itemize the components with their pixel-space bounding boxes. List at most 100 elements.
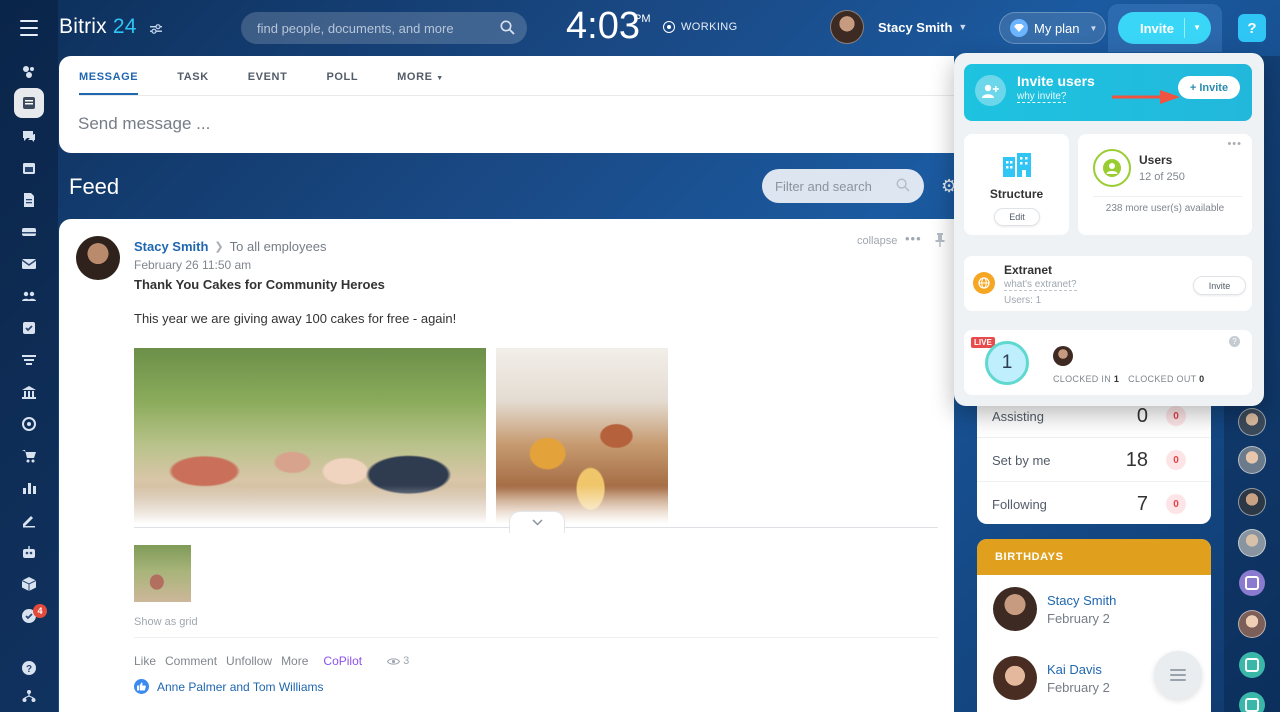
avatar[interactable] [993,656,1037,700]
attachment-thumbnail[interactable] [134,545,191,602]
avatar[interactable] [1238,488,1266,516]
expand-button[interactable] [509,511,565,533]
feed-filter-search[interactable]: Filter and search [762,169,924,203]
views-counter[interactable]: 3 [387,655,409,667]
checkbox-icon [1245,658,1259,672]
clock-time[interactable]: 4:03 [566,5,640,48]
document-icon[interactable] [19,190,39,210]
search-input[interactable] [257,12,497,44]
avatar[interactable] [1238,408,1266,436]
rail-item-task[interactable] [1239,652,1265,678]
cart-icon[interactable] [19,446,39,466]
invite-button[interactable]: Invite ▼ [1118,12,1211,44]
box-icon[interactable] [19,574,39,594]
unfollow-link[interactable]: Unfollow [226,654,272,668]
post-image-cakes[interactable] [496,348,668,524]
likes-names[interactable]: Anne Palmer and Tom Williams [157,680,324,694]
avatar[interactable] [76,236,120,280]
brand-logo[interactable]: Bitrix 24 [59,15,137,39]
help-icon[interactable]: ? [1229,336,1240,347]
my-plan-button[interactable]: My plan ▼ [999,12,1106,44]
tab-task[interactable]: TASK [177,71,209,95]
global-search[interactable] [241,12,527,44]
why-invite-link[interactable]: why invite? [1017,91,1067,103]
avatar[interactable] [830,10,864,44]
brand-settings-icon[interactable] [150,23,162,37]
tab-poll[interactable]: POLL [326,71,358,95]
analytics-icon[interactable] [19,478,39,498]
avatar[interactable] [1053,346,1073,366]
post-likes[interactable]: Anne Palmer and Tom Williams [134,679,324,694]
chevron-down-icon[interactable]: ▼ [958,22,967,32]
show-as-grid-link[interactable]: Show as grid [134,616,198,628]
message-input[interactable]: Send message ... [78,114,210,134]
help-button[interactable]: ? [1238,14,1266,42]
chevron-right-icon: ❯ [214,241,224,253]
work-status[interactable]: WORKING [663,21,738,33]
checkbox-icon [1245,576,1259,590]
birthday-date: February 2 [1047,610,1110,626]
target-icon[interactable] [19,414,39,434]
search-icon[interactable] [500,20,515,40]
robot-icon[interactable] [19,542,39,562]
mail-icon[interactable] [19,254,39,274]
groups-icon[interactable] [19,286,39,306]
avatar[interactable] [1238,610,1266,638]
sign-icon[interactable] [19,510,39,530]
calendar-icon[interactable] [19,158,39,178]
structure-card[interactable]: Structure Edit [964,134,1069,235]
task-row-following[interactable]: Following 7 0 [992,482,1196,526]
birthday-info: Stacy Smith February 2 [1047,593,1116,626]
birthday-item[interactable]: Kai Davis February 2 [993,656,1110,700]
tab-message[interactable]: MESSAGE [79,71,139,95]
users-card[interactable]: Users 12 of 250 ••• 238 more user(s) ava… [1078,134,1252,235]
more-link[interactable]: More [281,654,308,668]
whats-extranet-link[interactable]: what's extranet? [1004,279,1077,291]
time-tracking-card[interactable]: LIVE 1 CLOCKED IN 1 CLOCKED OUT 0 ? [964,330,1252,395]
collapse-link[interactable]: collapse [857,235,897,247]
filter-icon[interactable] [19,350,39,370]
like-link[interactable]: Like [134,654,156,668]
extranet-invite-button[interactable]: Invite [1193,276,1246,295]
birthday-name[interactable]: Kai Davis [1047,662,1110,677]
rail-item-task[interactable] [1239,570,1265,596]
feed-icon[interactable] [14,88,44,118]
menu-icon[interactable] [20,20,38,36]
user-name[interactable]: Stacy Smith [878,20,952,35]
chevron-down-icon[interactable]: ▼ [1193,23,1201,32]
avatar[interactable] [1238,529,1266,557]
tasks-icon[interactable] [19,318,39,338]
task-row-set-by-me[interactable]: Set by me 18 0 [992,438,1196,482]
post-author[interactable]: Stacy Smith [134,239,208,254]
structure-edit-button[interactable]: Edit [994,208,1040,226]
bank-icon[interactable] [19,382,39,402]
more-options-icon[interactable]: ••• [905,231,922,246]
copilot-link[interactable]: CoPilot [323,654,362,668]
drive-icon[interactable] [19,222,39,242]
rail-item-task[interactable] [1239,692,1265,712]
pin-icon[interactable] [935,233,945,252]
birthday-name[interactable]: Stacy Smith [1047,593,1116,608]
birthday-item[interactable]: Stacy Smith February 2 [993,587,1116,631]
more-options-icon[interactable]: ••• [1227,138,1242,150]
user-menu[interactable]: Stacy Smith ▼ [830,10,967,44]
tab-more[interactable]: MORE ▼ [397,71,444,95]
clocked-in-dial[interactable]: 1 [985,341,1029,385]
comment-link[interactable]: Comment [165,654,217,668]
tab-event[interactable]: EVENT [248,71,288,95]
help-icon[interactable]: ? [19,658,39,678]
search-icon[interactable] [896,178,910,195]
invite-users-button[interactable]: + Invite [1178,76,1240,99]
chat-icon[interactable] [19,126,39,146]
avatar[interactable] [1238,446,1266,474]
activity-icon[interactable] [19,62,39,82]
filter-placeholder: Filter and search [775,178,872,194]
post-image-party[interactable] [134,348,486,524]
post-date[interactable]: February 26 11:50 am [134,258,251,272]
post-actions: Like Comment Unfollow More CoPilot 3 [134,654,409,668]
post-recipient[interactable]: To all employees [230,239,327,254]
structure-icon[interactable] [19,686,39,706]
avatar[interactable] [993,587,1037,631]
clocked-out-value: 0 [1199,374,1205,384]
chat-button[interactable] [1154,651,1202,699]
